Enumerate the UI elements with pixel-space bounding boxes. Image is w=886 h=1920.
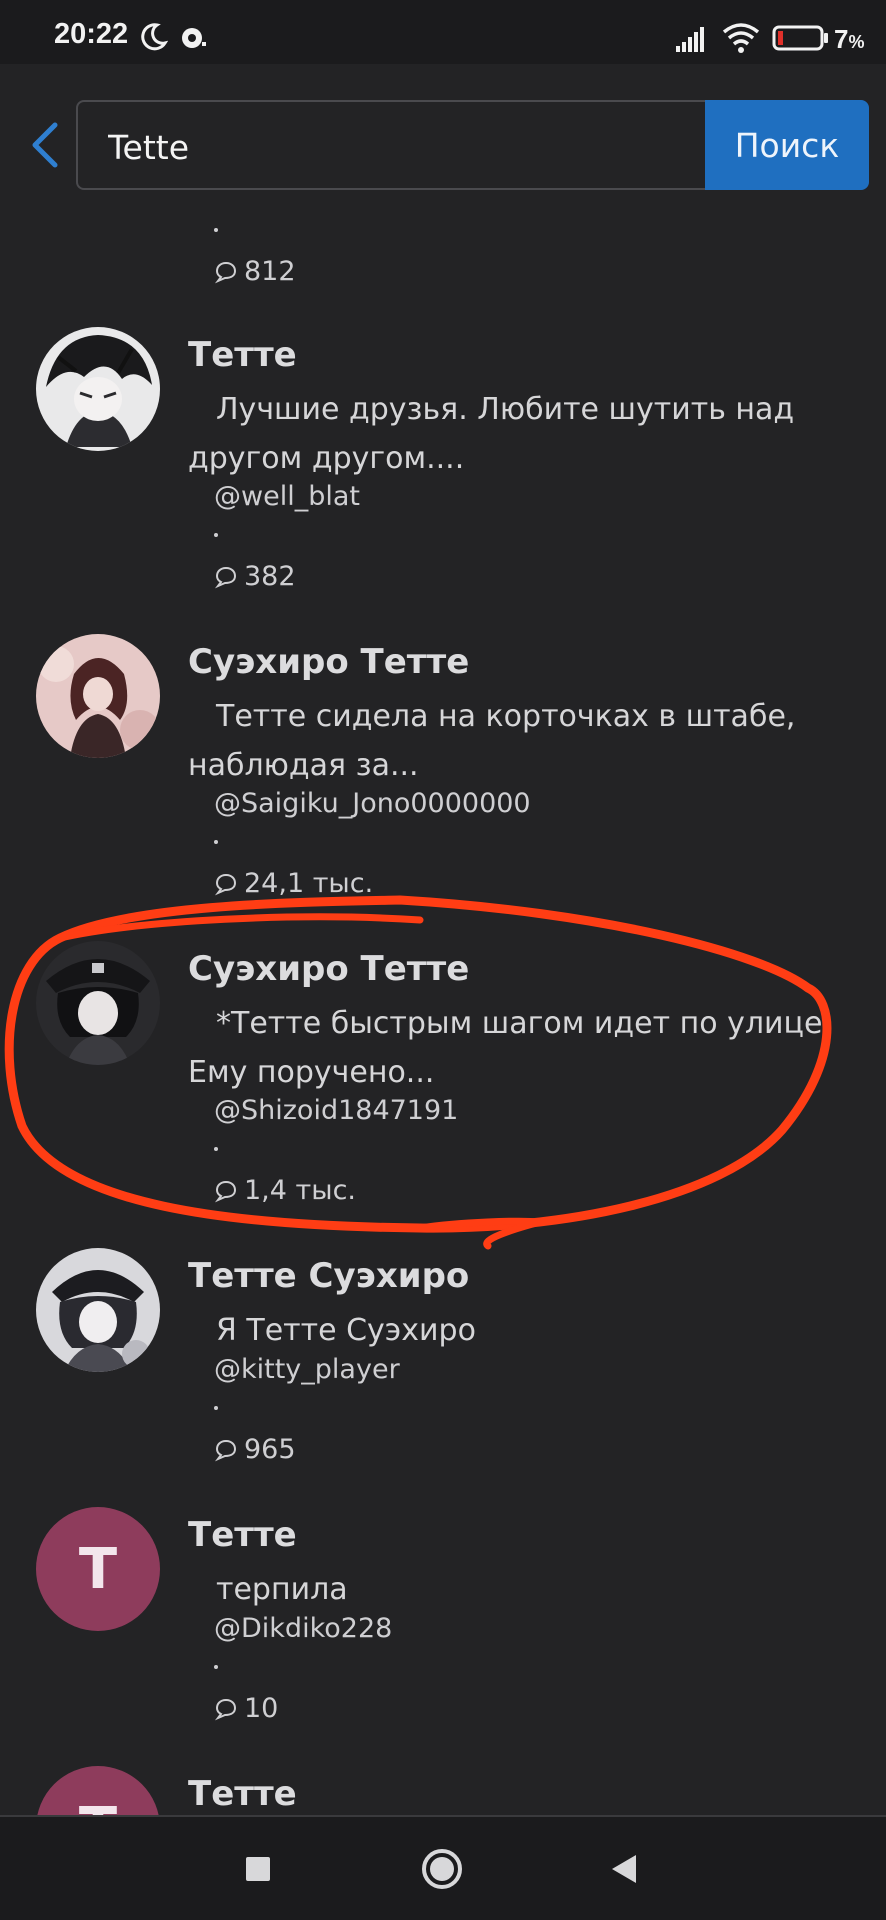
result-description: *Тетте быстрым шагом идет по улице. Ему … [188,1006,832,1090]
avatar [36,327,160,451]
letter-avatar: T [36,1507,160,1631]
avatar [36,634,160,758]
separator-dot [214,1147,218,1151]
result-name: Суэхиро Тетте [188,949,470,989]
result-name: Тетте [188,1774,297,1814]
chat-count: 382 [214,561,296,592]
chat-bubble-icon [214,1439,237,1461]
results-list[interactable]: 812 Тетте Лучшие друзья. Любите шутить н… [0,0,886,1815]
list-item[interactable]: T Тетте [0,1766,886,1815]
separator-dot [214,1406,218,1410]
home-circle-icon [422,1849,462,1889]
back-nav-button[interactable] [596,1841,652,1897]
result-name: Суэхиро Тетте [188,642,470,682]
result-description: Тетте сидела на корточках в штабе, наблю… [188,699,796,783]
result-handle: @Dikdiko228 [214,1613,393,1644]
search-input[interactable] [106,120,670,174]
chat-bubble-icon [214,1698,237,1720]
letter-avatar: T [36,1766,160,1815]
search-button[interactable]: Поиск [705,100,869,190]
result-name: Тетте [188,335,297,375]
chat-bubble-icon [214,566,237,588]
separator-dot [214,228,218,232]
list-item[interactable]: Тетте Суэхиро Я Тетте Суэхиро @kitty_pla… [0,1248,886,1478]
back-button[interactable] [22,114,66,176]
back-triangle-icon [612,1855,636,1883]
result-name: Тетте Суэхиро [188,1256,470,1296]
chat-count: 10 [214,1693,278,1724]
navigation-bar [0,1815,886,1920]
chat-bubble-icon [214,261,237,283]
home-button[interactable] [414,1841,470,1897]
search-box[interactable] [76,100,706,190]
separator-dot [214,533,218,537]
chat-bubble-icon [214,1180,237,1202]
result-handle: @kitty_player [214,1354,400,1385]
chat-count: 24,1 тыс. [214,868,373,899]
list-item[interactable]: Суэхиро Тетте Тетте сидела на корточках … [0,634,886,914]
list-item[interactable]: Тетте Лучшие друзья. Любите шутить над д… [0,327,886,607]
chat-bubble-icon [214,873,237,895]
result-handle: @well_blat [214,481,360,512]
recents-button[interactable] [230,1841,286,1897]
result-description: терпила [216,1572,348,1607]
result-handle: @Saigiku_Jono0000000 [214,788,531,819]
list-item[interactable]: T Тетте терпила @Dikdiko228 10 [0,1507,886,1737]
separator-dot [214,840,218,844]
separator-dot [214,1665,218,1669]
avatar [36,1248,160,1372]
search-header: Поиск [0,64,886,200]
back-arrow-icon [32,122,58,168]
result-description: Лучшие друзья. Любите шутить над другом … [188,392,795,476]
recents-square-icon [246,1857,270,1881]
chat-count: 965 [214,1434,296,1465]
result-name: Тетте [188,1515,297,1555]
chat-count: 812 [214,256,296,287]
result-handle: @Shizoid1847191 [214,1095,459,1126]
avatar [36,941,160,1065]
chat-count: 1,4 тыс. [214,1175,356,1206]
result-description: Я Тетте Суэхиро [216,1313,476,1348]
list-item[interactable]: Суэхиро Тетте *Тетте быстрым шагом идет … [0,941,886,1221]
